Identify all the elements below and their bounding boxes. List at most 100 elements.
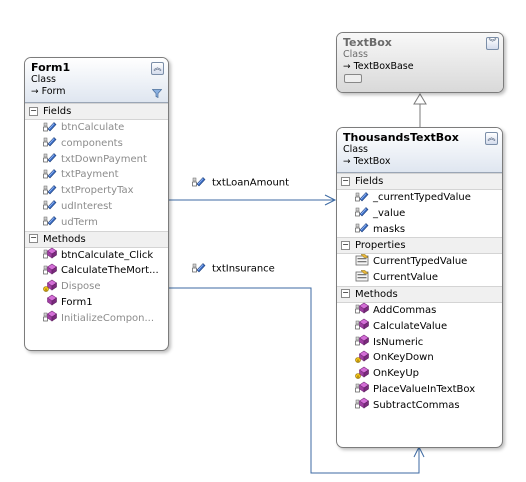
member-label: IsNumeric xyxy=(373,336,424,348)
member-method[interactable]: CalculateValue xyxy=(337,319,502,335)
collapse-chevron-icon[interactable]: ︽ xyxy=(485,132,498,145)
member-method[interactable]: InitializeCompon... xyxy=(25,311,168,327)
base-class-name: Form xyxy=(41,86,66,97)
class-name: TextBox xyxy=(343,36,392,49)
private-field-icon xyxy=(43,167,57,180)
member-method[interactable]: AddCommas xyxy=(337,303,502,319)
member-method[interactable]: OnKeyDown xyxy=(337,350,502,366)
inherits-arrow-icon: → xyxy=(343,157,351,167)
class-stereotype: Class xyxy=(31,74,56,85)
collapse-chevron-icon[interactable]: ︽ xyxy=(151,62,164,75)
member-field[interactable]: udInterest xyxy=(25,199,168,215)
private-field-icon xyxy=(355,205,369,218)
member-property[interactable]: CurrentTypedValue xyxy=(337,254,502,270)
section-fields[interactable]: − Fields xyxy=(25,103,168,120)
class-stereotype: Class xyxy=(343,49,368,60)
member-label: udTerm xyxy=(61,216,98,228)
member-field[interactable]: txtPropertyTax xyxy=(25,183,168,199)
filter-icon[interactable] xyxy=(152,89,162,98)
member-field[interactable]: txtDownPayment xyxy=(25,152,168,168)
private-field-icon xyxy=(43,120,57,133)
member-method[interactable]: OnKeyUp xyxy=(337,366,502,382)
member-label: btnCalculate xyxy=(61,122,125,133)
expand-chevron-icon[interactable]: ︾ xyxy=(486,37,499,50)
member-field[interactable]: txtPayment xyxy=(25,167,168,183)
member-label: _currentTypedValue xyxy=(373,192,471,203)
member-label: PlaceValueInTextBox xyxy=(373,383,476,395)
member-label: OnKeyDown xyxy=(373,352,434,364)
private-method-icon xyxy=(355,381,369,394)
member-field[interactable]: masks xyxy=(337,222,502,238)
section-fields[interactable]: − Fields xyxy=(337,173,502,190)
private-field-icon xyxy=(43,183,57,196)
member-method[interactable]: IsNumeric xyxy=(337,335,502,351)
member-method[interactable]: btnCalculate_Click xyxy=(25,248,168,264)
private-field-icon xyxy=(43,151,57,164)
field-icon xyxy=(192,261,206,274)
class-textbox[interactable]: TextBox Class → TextBoxBase ︾ xyxy=(336,32,504,93)
member-label: txtDownPayment xyxy=(61,153,147,165)
association-label-insurance[interactable]: txtInsurance xyxy=(192,262,275,276)
class-form1[interactable]: Form1 Class → Form ︽ − Fields btnCalculat… xyxy=(24,57,169,351)
section-methods[interactable]: − Methods xyxy=(337,285,502,303)
member-method[interactable]: Form1 xyxy=(25,295,168,311)
private-field-icon xyxy=(43,214,57,227)
member-label: CurrentValue xyxy=(373,272,439,284)
member-field[interactable]: btnCalculate xyxy=(25,120,168,136)
section-properties[interactable]: − Properties xyxy=(337,237,502,255)
member-field[interactable]: _currentTypedValue xyxy=(337,190,502,206)
base-class: → TextBox xyxy=(343,156,496,168)
member-method[interactable]: SubtractCommas xyxy=(337,398,502,414)
member-label: btnCalculate_Click xyxy=(61,249,154,261)
association-label-loan-amount[interactable]: txtLoanAmount xyxy=(192,176,289,190)
member-label: Dispose xyxy=(61,281,101,293)
class-form1-header[interactable]: Form1 Class → Form ︽ xyxy=(25,58,168,103)
protected-method-icon xyxy=(43,279,57,292)
private-field-icon xyxy=(43,198,57,211)
member-label: txtPropertyTax xyxy=(61,185,134,197)
member-field[interactable]: components xyxy=(25,136,168,152)
collapse-section-icon[interactable]: − xyxy=(29,234,38,244)
member-method[interactable]: PlaceValueInTextBox xyxy=(337,382,502,398)
member-label: CurrentTypedValue xyxy=(373,256,468,268)
member-label: Form1 xyxy=(61,296,93,308)
private-method-icon xyxy=(43,310,57,323)
member-label: SubtractCommas xyxy=(373,399,460,411)
private-method-icon xyxy=(355,397,369,410)
section-label: Methods xyxy=(43,233,86,245)
class-textbox-header[interactable]: TextBox Class → TextBoxBase ︾ xyxy=(337,33,503,92)
member-field[interactable]: _value xyxy=(337,206,502,222)
section-label: Properties xyxy=(355,240,406,252)
association-label-text: txtLoanAmount xyxy=(212,177,290,189)
collapse-section-icon[interactable]: − xyxy=(341,289,350,299)
base-class: → Form xyxy=(31,86,162,98)
textbox-glyph-icon xyxy=(343,73,497,84)
class-stereotype: Class xyxy=(343,144,368,155)
private-field-icon xyxy=(355,221,369,234)
private-method-icon xyxy=(43,247,57,260)
member-label: _value xyxy=(373,207,406,219)
inherits-arrow-icon: → xyxy=(343,62,351,72)
member-method[interactable]: Dispose xyxy=(25,279,168,295)
member-property[interactable]: CurrentValue xyxy=(337,270,502,286)
class-thousandstextbox[interactable]: ThousandsTextBox Class → TextBox ︽ − Fiel… xyxy=(336,127,503,448)
class-name: ThousandsTextBox xyxy=(343,131,459,144)
member-label: components xyxy=(61,137,123,149)
inheritance-triangle xyxy=(413,93,427,105)
private-method-icon xyxy=(43,263,57,276)
collapse-section-icon[interactable]: − xyxy=(29,106,38,116)
field-icon xyxy=(192,175,206,188)
section-label: Fields xyxy=(355,176,384,187)
class-thousandstextbox-header[interactable]: ThousandsTextBox Class → TextBox ︽ xyxy=(337,128,502,173)
public-method-icon xyxy=(43,294,57,307)
property-icon xyxy=(355,270,369,283)
member-label: udInterest xyxy=(61,200,113,212)
member-field[interactable]: udTerm xyxy=(25,215,168,231)
member-label: txtPayment xyxy=(61,169,119,181)
collapse-section-icon[interactable]: − xyxy=(341,176,350,186)
member-label: InitializeCompon... xyxy=(61,312,155,324)
collapse-section-icon[interactable]: − xyxy=(341,240,350,250)
section-methods[interactable]: − Methods xyxy=(25,230,168,248)
base-class: → TextBoxBase xyxy=(343,61,497,73)
member-method[interactable]: CalculateTheMort... xyxy=(25,263,168,279)
